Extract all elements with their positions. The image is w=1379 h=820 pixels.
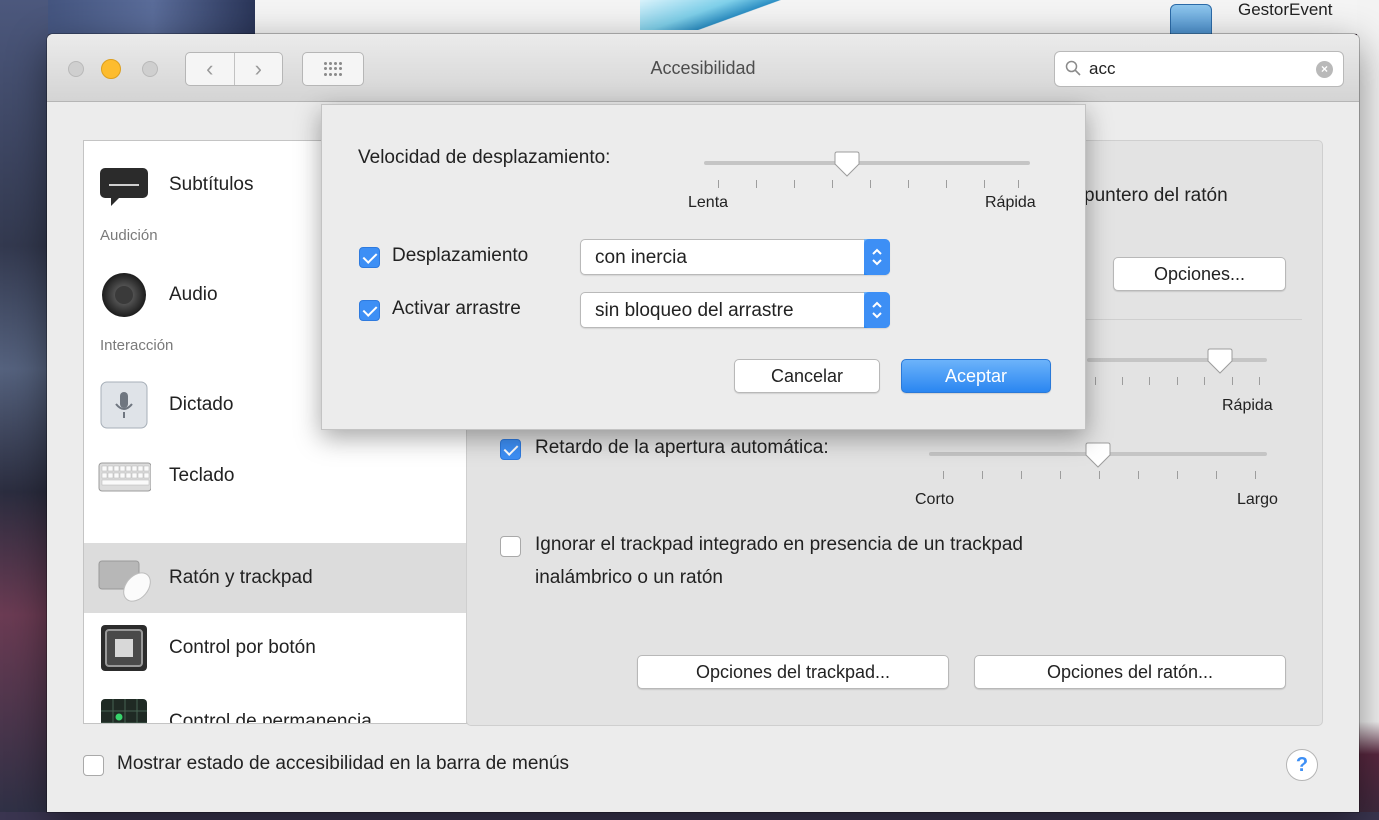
dragging-checkbox[interactable] [359,300,380,321]
dragging-popup[interactable]: sin bloqueo del arrastre [580,292,890,328]
double-click-speed-knob[interactable] [1206,347,1234,375]
sidebar-header-hearing: Audición [100,227,158,244]
pointer-speed-label: puntero del ratón [1084,185,1228,206]
speaker-icon [102,273,146,317]
search-field[interactable]: × [1054,51,1344,87]
dragging-label: Activar arrastre [392,298,521,319]
background-window-right [1357,0,1379,820]
title-bar: ‹ › Accesibilidad × [47,34,1359,102]
microphone-icon [100,381,148,429]
desktop-wallpaper-bottom [0,812,1379,820]
popup-arrows-icon [864,292,890,328]
sidebar-item-keyboard[interactable]: Teclado [84,441,466,511]
scroll-speed-ticks [704,180,1030,190]
options-button[interactable]: Opciones... [1113,257,1286,291]
keyboard-icon [98,462,151,492]
scroll-speed-track[interactable] [704,161,1030,165]
sidebar-item-label: Ratón y trackpad [169,567,313,588]
popup-arrows-icon [864,239,890,275]
spring-loading-label: Retardo de la apertura automática: [535,437,829,458]
ignore-trackpad-label-line1: Ignorar el trackpad integrado en presenc… [535,534,1023,555]
spring-loading-checkbox[interactable] [500,439,521,460]
spring-loading-max-label: Largo [1237,491,1278,508]
spring-loading-knob[interactable] [1084,441,1112,469]
scroll-speed-min-label: Lenta [688,194,729,211]
spring-loading-ticks [929,471,1267,481]
ignore-trackpad-label-line2: inalámbrico o un ratón [535,567,723,588]
double-click-speed-track[interactable] [1087,358,1267,362]
trackpad-options-button[interactable]: Opciones del trackpad... [637,655,949,689]
subtitles-icon [100,168,148,206]
double-click-speed-ticks [1087,377,1267,387]
sidebar-item-label: Control por botón [169,637,316,658]
sidebar-item-label: Control de permanencia [169,711,372,724]
dwell-control-icon [101,699,147,723]
mouse-trackpad-icon [98,560,151,602]
search-icon [1065,60,1081,76]
show-menu-status-checkbox[interactable] [83,755,104,776]
show-menu-status-label: Mostrar estado de accesibilidad en la ba… [117,753,570,774]
mouse-options-button[interactable]: Opciones del ratón... [974,655,1286,689]
ignore-trackpad-checkbox[interactable] [500,536,521,557]
scrolling-label: Desplazamiento [392,245,529,266]
sidebar-item-label: Teclado [169,465,235,486]
sidebar-header-interaction: Interacción [100,337,174,354]
sidebar-item-dwell-control[interactable]: Control de permanencia [84,687,466,724]
scrolling-popup-value: con inercia [595,247,687,268]
sidebar-item-label: Dictado [169,394,234,415]
scrolling-popup[interactable]: con inercia [580,239,890,275]
switch-control-icon [101,625,147,671]
sidebar-item-switch-control[interactable]: Control por botón [84,613,466,683]
cancel-button[interactable]: Cancelar [734,359,880,393]
background-artwork [640,0,790,30]
ok-button[interactable]: Aceptar [901,359,1051,393]
desktop-icon-label: GestorEvent [1238,0,1333,19]
sidebar-item-mouse-trackpad[interactable]: Ratón y trackpad [84,543,466,613]
trackpad-options-sheet: Velocidad de desplazamiento: Lenta Rápid… [321,104,1086,430]
desktop-wallpaper-left [0,0,48,820]
sidebar-item-label: Audio [169,284,218,305]
double-click-speed-max-label: Rápida [1222,397,1273,414]
scroll-speed-label: Velocidad de desplazamiento: [358,147,611,168]
sidebar-item-label: Subtítulos [169,174,254,195]
help-button[interactable]: ? [1286,749,1318,781]
scroll-speed-max-label: Rápida [985,194,1036,211]
dragging-popup-value: sin bloqueo del arrastre [595,300,794,321]
clear-search-icon[interactable]: × [1316,61,1333,78]
scroll-speed-knob[interactable] [833,150,861,178]
search-input[interactable] [1087,57,1307,81]
scrolling-checkbox[interactable] [359,247,380,268]
spring-loading-min-label: Corto [915,491,955,508]
